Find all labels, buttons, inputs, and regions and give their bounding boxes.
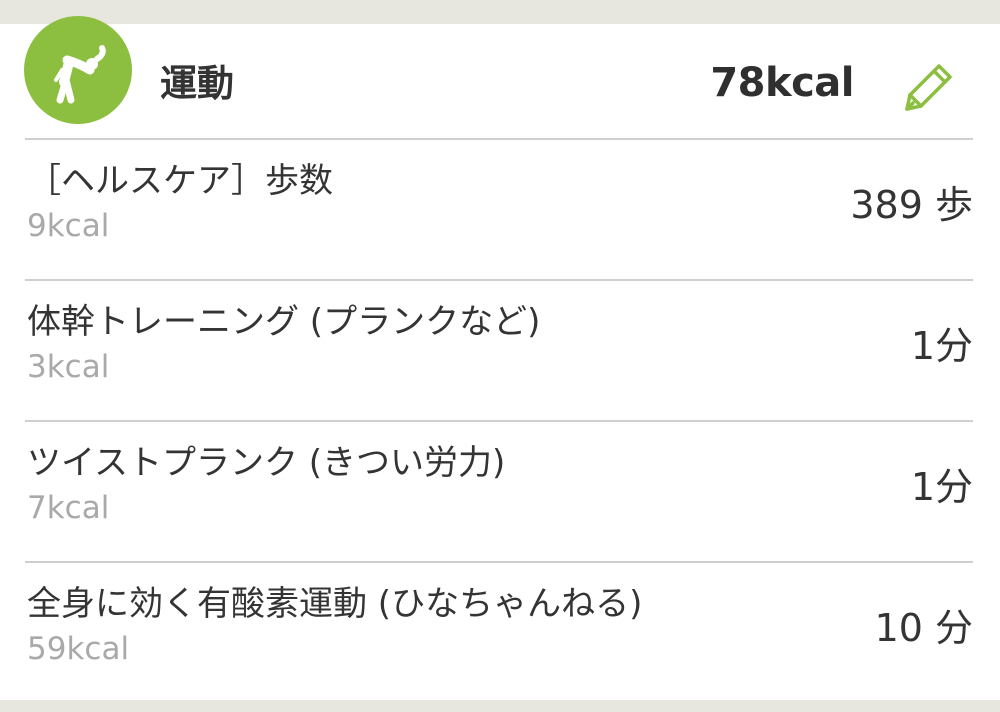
exercise-category-badge [24,16,132,124]
pencil-icon [905,64,952,111]
top-background-strip [0,0,1000,24]
exercise-row[interactable]: ［ヘルスケア］歩数 9kcal 389 歩 [0,140,1000,280]
exercise-row[interactable]: 全身に効く有酸素運動 (ひなちゃんねる) 59kcal 10 分 [0,563,1000,703]
exercise-amount: 10 分 [874,606,973,650]
stretching-person-icon [54,45,106,104]
exercise-amount: 1分 [910,465,973,509]
exercise-calories: 9kcal [27,208,110,244]
exercise-name: 体幹トレーニング (プランクなど) [27,302,541,342]
exercise-calories: 3kcal [27,349,110,385]
section-title: 運動 [160,62,234,105]
edit-button[interactable] [896,56,960,120]
exercise-name: ツイストプランク (きつい労力) [27,443,506,483]
exercise-name: ［ヘルスケア］歩数 [27,161,333,201]
exercise-row[interactable]: ツイストプランク (きつい労力) 7kcal 1分 [0,422,1000,562]
exercise-amount: 1分 [910,324,973,368]
exercise-section-header: 運動 78kcal [0,16,1000,139]
exercise-calories: 7kcal [27,490,110,526]
exercise-amount: 389 歩 [850,183,973,227]
bottom-background-strip [0,700,1000,712]
total-calories: 78kcal [710,60,854,106]
exercise-card: 運動 78kcal ［ヘルスケア］歩数 9kcal 389 歩 体幹トレーニング… [0,16,1000,703]
exercise-calories: 59kcal [27,631,130,667]
exercise-name: 全身に効く有酸素運動 (ひなちゃんねる) [27,584,643,624]
exercise-row[interactable]: 体幹トレーニング (プランクなど) 3kcal 1分 [0,281,1000,421]
